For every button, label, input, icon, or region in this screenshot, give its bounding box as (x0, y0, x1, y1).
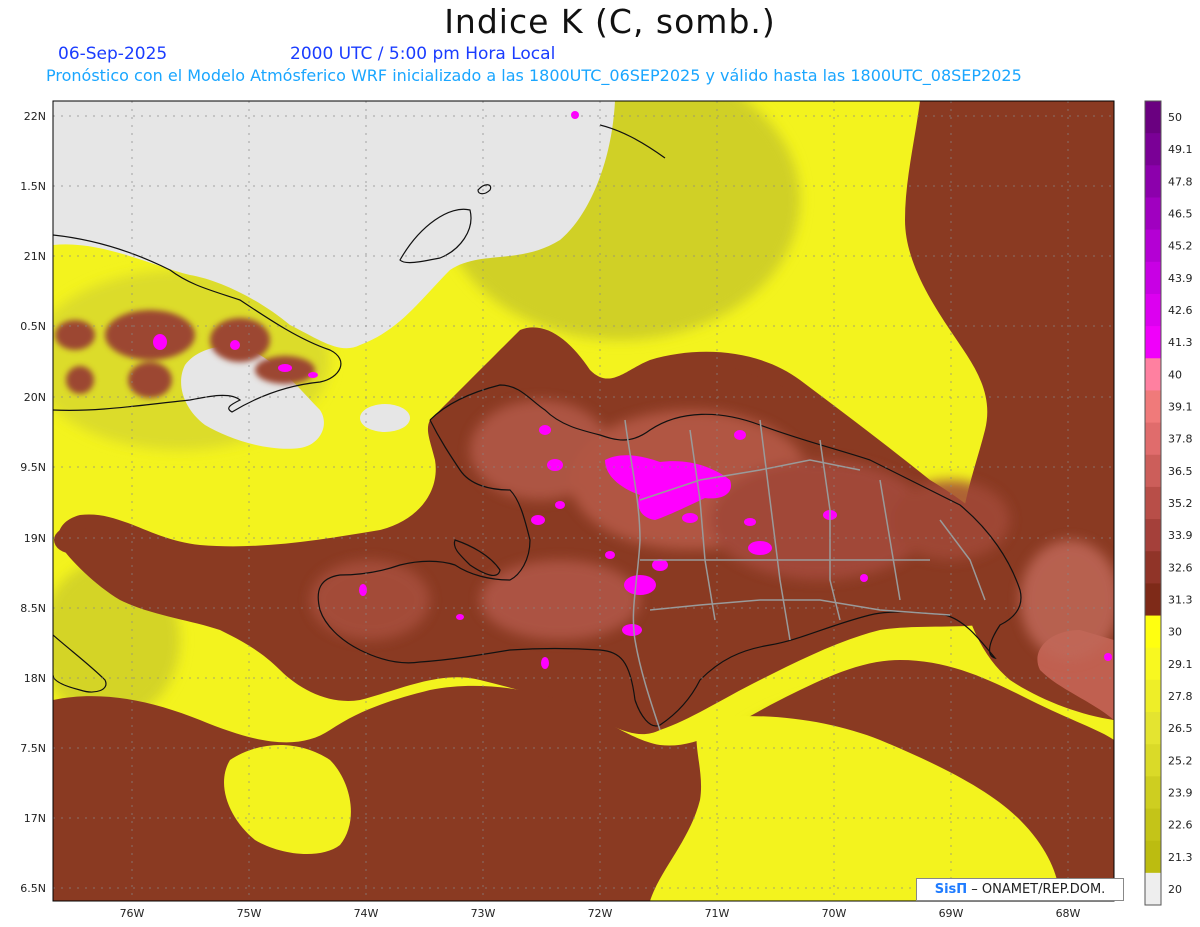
colorbar-swatch (1145, 197, 1161, 231)
map-field (53, 101, 1114, 901)
colorbar-swatch (1145, 679, 1161, 713)
colorbar-label: 50 (1168, 111, 1182, 124)
colorbar-swatch (1145, 293, 1161, 327)
colorbar-label: 30 (1168, 626, 1182, 639)
forecast-date: 06-Sep-2025 (58, 44, 168, 64)
colorbar-swatch (1145, 390, 1161, 424)
colorbar-swatch (1145, 615, 1161, 649)
colorbar-swatch (1145, 229, 1161, 263)
lat-label: 22N (24, 110, 46, 123)
colorbar-label: 31.3 (1168, 593, 1193, 606)
forecast-description: Pronóstico con el Modelo Atmósferico WRF… (46, 66, 1022, 85)
colorbar-swatch (1145, 422, 1161, 456)
lat-axis: 22N 1.5N 21N 0.5N 20N 9.5N 19N 8.5N 18N … (20, 110, 46, 895)
colorbar-swatch (1145, 744, 1161, 777)
colorbar-swatch (1145, 519, 1161, 552)
colorbar-label: 23.9 (1168, 786, 1193, 799)
colorbar-label: 27.8 (1168, 690, 1193, 703)
lon-label: 76W (120, 907, 145, 920)
map-title: Indice K (C, somb.) (444, 2, 776, 41)
colorbar-swatch (1145, 165, 1161, 198)
colorbar-swatch (1145, 808, 1161, 842)
agency-label: – ONAMET/REP.DOM. (967, 882, 1106, 897)
colorbar-swatch (1145, 358, 1161, 391)
colorbar-swatch (1145, 872, 1161, 906)
colorbar-label: 21.3 (1168, 851, 1193, 864)
lat-label: 8.5N (20, 602, 46, 615)
colorbar-label: 36.5 (1168, 465, 1193, 478)
brand-logo: SisΠ (934, 882, 968, 897)
colorbar-label: 47.8 (1168, 175, 1193, 188)
colorbar-label: 32.6 (1168, 561, 1193, 574)
colorbar-label: 40 (1168, 368, 1182, 381)
lon-label: 71W (705, 907, 730, 920)
colorbar-label: 46.5 (1168, 208, 1193, 221)
colorbar-swatch (1145, 454, 1161, 488)
colorbar-label: 26.5 (1168, 722, 1193, 735)
lat-label: 17N (24, 812, 46, 825)
colorbar-label: 37.8 (1168, 433, 1193, 446)
colorbar: 50 49.1 47.8 46.5 45.2 43.9 42.6 41.3 40 39.1 37.8… (1144, 100, 1193, 906)
lon-label: 74W (354, 907, 379, 920)
colorbar-label: 20 (1168, 883, 1182, 896)
colorbar-swatch (1145, 551, 1161, 584)
lon-label: 72W (588, 907, 613, 920)
forecast-time: 2000 UTC / 5:00 pm Hora Local (290, 44, 556, 64)
colorbar-label: 45.2 (1168, 240, 1193, 253)
colorbar-swatch (1145, 486, 1161, 520)
lon-axis: 76W 75W 74W 73W 72W 71W 70W 69W 68W (120, 907, 1081, 920)
colorbar-swatch (1145, 776, 1161, 810)
colorbar-label: 22.6 (1168, 819, 1193, 832)
colorbar-label: 42.6 (1168, 304, 1193, 317)
lon-label: 68W (1056, 907, 1081, 920)
colorbar-label: 43.9 (1168, 272, 1193, 285)
lon-label: 70W (822, 907, 847, 920)
lat-label: 18N (24, 672, 46, 685)
colorbar-swatch (1145, 326, 1161, 359)
colorbar-label: 29.1 (1168, 658, 1193, 671)
credit-box: SisΠ – ONAMET/REP.DOM. (916, 878, 1124, 901)
colorbar-label: 39.1 (1168, 401, 1193, 414)
lon-label: 69W (939, 907, 964, 920)
colorbar-label: 33.9 (1168, 529, 1193, 542)
colorbar-swatch (1145, 712, 1161, 745)
grey-island (360, 404, 410, 432)
lon-label: 75W (237, 907, 262, 920)
lat-label: 21N (24, 250, 46, 263)
lat-label: 7.5N (20, 742, 46, 755)
lat-label: 1.5N (20, 180, 46, 193)
lat-label: 0.5N (20, 320, 46, 333)
lat-label: 6.5N (20, 882, 46, 895)
colorbar-swatch (1145, 647, 1161, 681)
map-canvas: 22N 1.5N 21N 0.5N 20N 9.5N 19N 8.5N 18N … (20, 100, 1193, 920)
colorbar-swatch (1145, 133, 1161, 166)
lat-label: 9.5N (20, 461, 46, 474)
colorbar-label: 25.2 (1168, 754, 1193, 767)
lat-label: 20N (24, 391, 46, 404)
colorbar-label: 35.2 (1168, 497, 1193, 510)
colorbar-swatch (1145, 101, 1161, 134)
colorbar-swatch (1145, 840, 1161, 874)
colorbar-swatch (1145, 261, 1161, 295)
lat-label: 19N (24, 532, 46, 545)
colorbar-label: 41.3 (1168, 336, 1193, 349)
colorbar-swatch (1145, 583, 1161, 617)
colorbar-label: 49.1 (1168, 143, 1193, 156)
lon-label: 73W (471, 907, 496, 920)
